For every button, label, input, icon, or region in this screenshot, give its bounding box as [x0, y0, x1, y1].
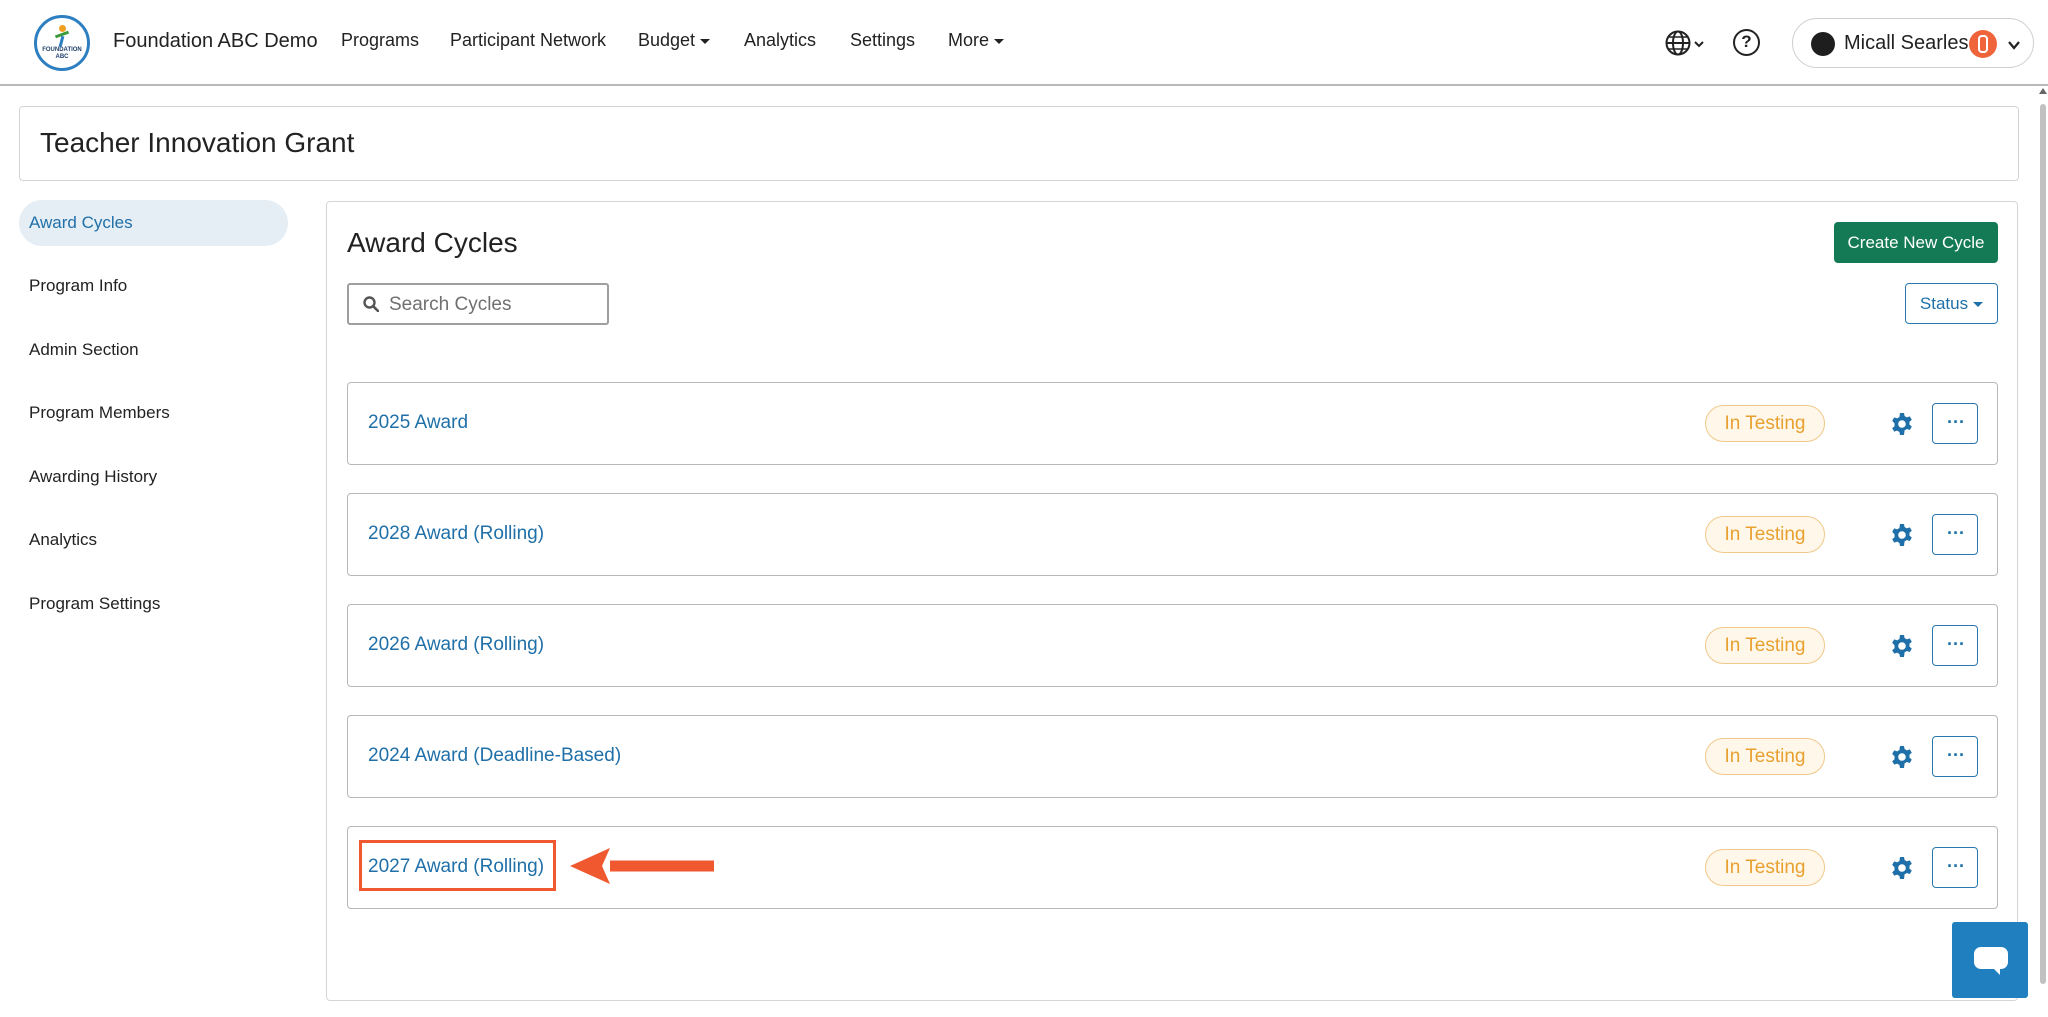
- sidebar-item-analytics[interactable]: Analytics: [19, 517, 288, 563]
- avatar: [1811, 32, 1835, 56]
- sidebar-item-program-info[interactable]: Program Info: [19, 263, 288, 309]
- gear-icon[interactable]: [1890, 745, 1914, 769]
- nav-programs[interactable]: Programs: [341, 30, 419, 51]
- caret-down-icon: [994, 38, 1005, 44]
- status-badge: In Testing: [1705, 738, 1825, 775]
- nav-budget-label: Budget: [638, 30, 696, 50]
- status-badge: In Testing: [1705, 627, 1825, 664]
- chat-widget-button[interactable]: [1952, 922, 2028, 998]
- ellipsis-icon: ···: [1947, 412, 1965, 432]
- annotation-highlight-box: [359, 840, 556, 891]
- ellipsis-icon: ···: [1947, 745, 1965, 765]
- gear-icon[interactable]: [1890, 856, 1914, 880]
- globe-icon[interactable]: [1664, 29, 1692, 57]
- nav-budget[interactable]: Budget: [638, 30, 711, 51]
- logo-text: FOUNDATION ABC: [42, 47, 82, 60]
- sidebar-item-awarding-history[interactable]: Awarding History: [19, 454, 288, 500]
- status-badge: In Testing: [1705, 516, 1825, 553]
- search-box[interactable]: [347, 283, 609, 325]
- user-name: Micall Searles: [1844, 32, 1969, 54]
- cycle-name-link[interactable]: 2028 Award (Rolling): [368, 523, 544, 545]
- help-icon[interactable]: ?: [1733, 29, 1760, 56]
- sidebar-item-program-members[interactable]: Program Members: [19, 390, 288, 436]
- more-options-button[interactable]: ···: [1932, 847, 1978, 888]
- ellipsis-icon: ···: [1947, 856, 1965, 876]
- page-scrollbar[interactable]: [2038, 88, 2048, 1017]
- gear-icon[interactable]: [1890, 523, 1914, 547]
- cycle-row: 2024 Award (Deadline-Based) In Testing ·…: [347, 715, 1998, 798]
- sidebar-item-admin-section[interactable]: Admin Section: [19, 327, 288, 373]
- scroll-thumb[interactable]: [2040, 104, 2046, 984]
- cycle-name-link[interactable]: 2024 Award (Deadline-Based): [368, 745, 621, 767]
- nav-more[interactable]: More: [948, 30, 1005, 51]
- nav-analytics[interactable]: Analytics: [744, 30, 816, 51]
- cycle-name-link[interactable]: 2026 Award (Rolling): [368, 634, 544, 656]
- foundation-logo[interactable]: FOUNDATION ABC: [34, 15, 90, 71]
- brand-name[interactable]: Foundation ABC Demo: [113, 30, 318, 53]
- scroll-up-icon[interactable]: [2039, 88, 2047, 94]
- program-title-card: Teacher Innovation Grant: [19, 106, 2019, 181]
- search-icon: [363, 296, 379, 312]
- cycle-row: 2026 Award (Rolling) In Testing ···: [347, 604, 1998, 687]
- status-badge: In Testing: [1705, 405, 1825, 442]
- sidebar-item-program-settings[interactable]: Program Settings: [19, 581, 288, 627]
- nav-participant-network[interactable]: Participant Network: [450, 30, 606, 51]
- caret-down-icon: [700, 38, 711, 44]
- panel-title: Award Cycles: [347, 227, 518, 258]
- status-filter-button[interactable]: Status: [1905, 283, 1998, 324]
- cycle-name-link[interactable]: 2025 Award: [368, 412, 468, 434]
- more-options-button[interactable]: ···: [1932, 736, 1978, 777]
- chevron-down-icon: [2008, 41, 2020, 50]
- status-badge: In Testing: [1705, 849, 1825, 886]
- top-navbar: FOUNDATION ABC Foundation ABC Demo Progr…: [0, 0, 2048, 86]
- chat-bubble-icon: [1974, 947, 2008, 975]
- user-menu[interactable]: Micall Searles: [1792, 18, 2034, 68]
- gear-icon[interactable]: [1890, 412, 1914, 436]
- nav-settings[interactable]: Settings: [850, 30, 915, 51]
- caret-down-icon: [1973, 302, 1984, 308]
- ellipsis-icon: ···: [1947, 634, 1965, 654]
- logo-figure-icon: [52, 25, 72, 48]
- chevron-down-icon[interactable]: [1693, 38, 1705, 50]
- notification-badge-icon[interactable]: [1969, 30, 1997, 58]
- cycle-row: 2025 Award In Testing ···: [347, 382, 1998, 465]
- status-filter-label: Status: [1919, 294, 1969, 313]
- more-options-button[interactable]: ···: [1932, 403, 1978, 444]
- cycle-row: 2028 Award (Rolling) In Testing ···: [347, 493, 1998, 576]
- sidebar-item-award-cycles[interactable]: Award Cycles: [19, 200, 288, 246]
- page-title: Teacher Innovation Grant: [40, 127, 355, 158]
- search-input[interactable]: [389, 291, 599, 319]
- more-options-button[interactable]: ···: [1932, 514, 1978, 555]
- gear-icon[interactable]: [1890, 634, 1914, 658]
- annotation-arrow-icon: [570, 848, 714, 884]
- create-new-cycle-button[interactable]: Create New Cycle: [1834, 222, 1998, 263]
- nav-more-label: More: [948, 30, 990, 50]
- more-options-button[interactable]: ···: [1932, 625, 1978, 666]
- ellipsis-icon: ···: [1947, 523, 1965, 543]
